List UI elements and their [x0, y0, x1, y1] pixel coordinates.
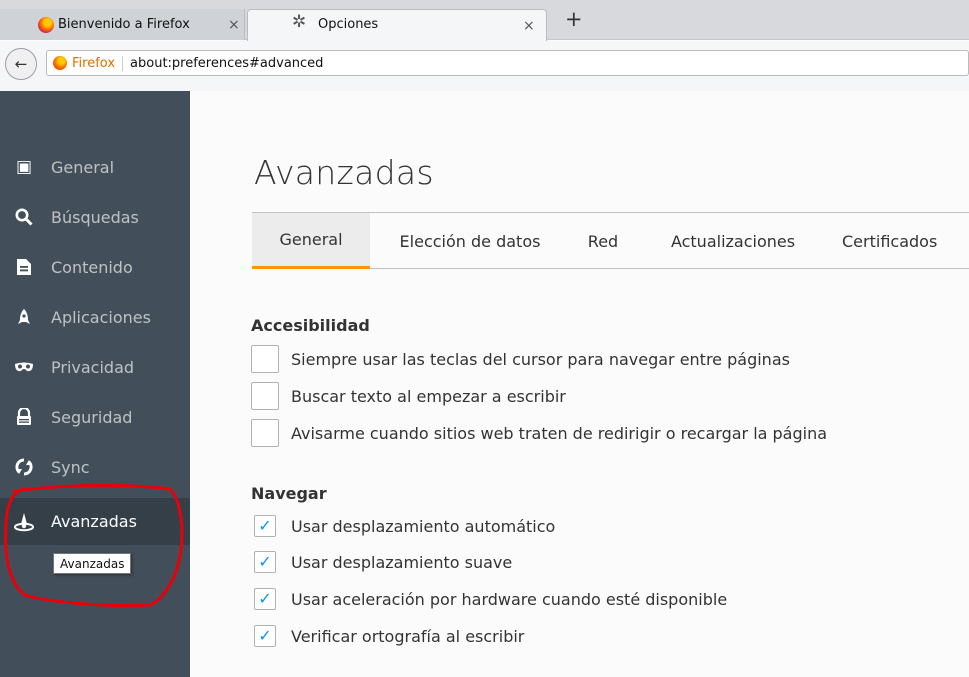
- tab-strip: Bienvenido a Firefox × × ✲ Opciones +: [0, 0, 969, 41]
- sidebar-item-aplicaciones[interactable]: Aplicaciones: [0, 295, 190, 339]
- back-button[interactable]: ←: [5, 48, 37, 80]
- advanced-tabs: General Elección de datos Red Actualizac…: [252, 212, 969, 269]
- option-autoscroll[interactable]: ✓ Usar desplazamiento automático: [251, 511, 555, 541]
- checkmark-icon: ✓: [258, 626, 272, 645]
- option-cursor-keys[interactable]: Siempre usar las teclas del cursor para …: [251, 344, 790, 374]
- tab-title: Bienvenido a Firefox: [58, 17, 190, 32]
- option-label: Buscar texto al empezar a escribir: [291, 386, 566, 406]
- page-title: Avanzadas: [254, 153, 434, 192]
- sidebar-item-busquedas[interactable]: Búsquedas: [0, 195, 190, 239]
- url-text[interactable]: about:preferences#advanced: [130, 56, 323, 71]
- option-spellcheck[interactable]: ✓ Verificar ortografía al escribir: [251, 621, 524, 651]
- tooltip: Avanzadas: [53, 553, 132, 574]
- checkmark-icon: ✓: [258, 552, 272, 571]
- tab-title: Opciones: [318, 17, 379, 32]
- preferences-content: Avanzadas General Elección de datos Red …: [190, 91, 969, 677]
- sidebar-item-label: Aplicaciones: [51, 307, 151, 327]
- general-icon: ▣: [15, 157, 33, 177]
- close-tab-icon[interactable]: ×: [523, 10, 535, 41]
- tab-eleccion-de-datos[interactable]: Elección de datos: [382, 213, 558, 269]
- checkbox[interactable]: [251, 382, 279, 410]
- sidebar-item-label: Búsquedas: [51, 207, 139, 227]
- sidebar-item-label: Seguridad: [51, 407, 133, 427]
- sidebar-item-label: Privacidad: [51, 357, 135, 377]
- checkbox-checked[interactable]: ✓: [254, 588, 276, 610]
- option-label: Usar desplazamiento suave: [291, 552, 513, 572]
- option-hardware-acceleration[interactable]: ✓ Usar aceleración por hardware cuando e…: [251, 584, 727, 614]
- document-icon: [14, 257, 34, 277]
- tab-actualizaciones[interactable]: Actualizaciones: [644, 213, 822, 269]
- sidebar-item-sync[interactable]: Sync: [0, 445, 190, 489]
- preferences-sidebar: ▣ General Búsquedas Contenido Aplicacion…: [0, 91, 190, 677]
- tab-general[interactable]: General: [252, 213, 370, 269]
- option-label: Siempre usar las teclas del cursor para …: [291, 349, 790, 369]
- navegar-heading: Navegar: [251, 484, 327, 503]
- sync-icon: [14, 457, 34, 477]
- checkbox[interactable]: [251, 345, 279, 373]
- close-tab-icon[interactable]: ×: [228, 9, 240, 40]
- sidebar-item-label: General: [51, 157, 115, 177]
- firefox-logo-icon: [38, 17, 54, 33]
- sidebar-item-privacidad[interactable]: Privacidad: [0, 345, 190, 389]
- checkmark-icon: ✓: [258, 516, 272, 535]
- checkbox-checked[interactable]: ✓: [254, 551, 276, 573]
- sidebar-item-label: Contenido: [51, 257, 133, 277]
- sidebar-item-general[interactable]: ▣ General: [0, 145, 190, 189]
- sidebar-item-seguridad[interactable]: Seguridad: [0, 395, 190, 439]
- option-search-when-typing[interactable]: Buscar texto al empezar a escribir: [251, 381, 566, 411]
- sidebar-item-avanzadas[interactable]: Avanzadas: [0, 498, 190, 545]
- option-label: Usar desplazamiento automático: [291, 516, 556, 536]
- navigation-bar: ← Firefox about:preferences#advanced: [0, 41, 969, 91]
- search-icon: [14, 207, 34, 227]
- option-label: Avisarme cuando sitios web traten de red…: [291, 423, 828, 443]
- option-smooth-scroll[interactable]: ✓ Usar desplazamiento suave: [251, 547, 512, 577]
- new-tab-button[interactable]: +: [565, 9, 583, 30]
- sidebar-item-contenido[interactable]: Contenido: [0, 245, 190, 289]
- firefox-identity-icon: [53, 56, 67, 70]
- checkmark-icon: ✓: [258, 589, 272, 608]
- mask-icon: [14, 357, 34, 377]
- option-label: Usar aceleración por hardware cuando est…: [291, 589, 728, 609]
- option-label: Verificar ortografía al escribir: [291, 626, 525, 646]
- accesibilidad-heading: Accesibilidad: [251, 316, 370, 335]
- rocket-icon: [14, 307, 34, 327]
- tab-certificados[interactable]: Certificados: [842, 213, 969, 269]
- checkbox-checked[interactable]: ✓: [254, 625, 276, 647]
- wizard-hat-icon: [14, 512, 34, 532]
- lock-icon: [14, 407, 34, 427]
- sidebar-item-label: Sync: [51, 457, 90, 477]
- sidebar-item-label: Avanzadas: [51, 512, 137, 531]
- url-bar[interactable]: Firefox about:preferences#advanced: [46, 50, 969, 76]
- checkbox[interactable]: [251, 419, 279, 447]
- tab-red[interactable]: Red: [570, 213, 636, 269]
- checkbox-checked[interactable]: ✓: [254, 515, 276, 537]
- identity-label: Firefox: [72, 55, 124, 71]
- gear-icon: ✲: [292, 12, 307, 32]
- back-arrow-icon: ←: [14, 55, 28, 73]
- option-warn-redirect[interactable]: Avisarme cuando sitios web traten de red…: [251, 418, 827, 448]
- tab-bienvenido[interactable]: Bienvenido a Firefox ×: [0, 9, 245, 40]
